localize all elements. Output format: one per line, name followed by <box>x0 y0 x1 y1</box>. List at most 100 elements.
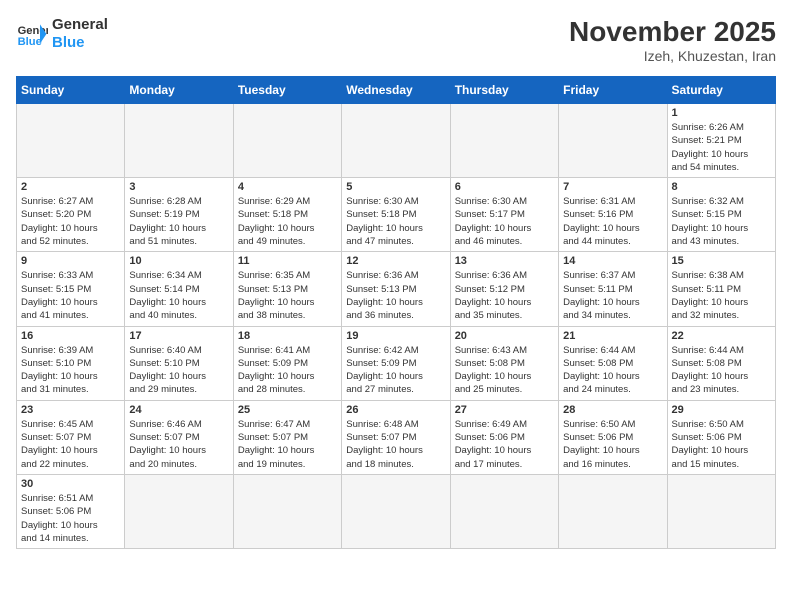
calendar-cell: 11 Sunrise: 6:35 AM Sunset: 5:13 PM Dayli… <box>233 252 341 326</box>
logo: General Blue General Blue <box>16 16 108 52</box>
day-number: 27 <box>455 404 554 416</box>
day-header-monday: Monday <box>125 77 233 104</box>
calendar-cell <box>450 474 558 548</box>
svg-text:Blue: Blue <box>18 36 42 48</box>
day-number: 9 <box>21 255 120 267</box>
day-number: 13 <box>455 255 554 267</box>
day-info: Sunrise: 6:32 AM Sunset: 5:15 PM Dayligh… <box>672 195 771 248</box>
day-number: 3 <box>129 181 228 193</box>
calendar-cell: 23 Sunrise: 6:45 AM Sunset: 5:07 PM Dayli… <box>17 400 125 474</box>
calendar-cell <box>125 104 233 178</box>
day-number: 14 <box>563 255 662 267</box>
logo-icon: General Blue <box>16 18 48 50</box>
day-info: Sunrise: 6:49 AM Sunset: 5:06 PM Dayligh… <box>455 418 554 471</box>
day-number: 10 <box>129 255 228 267</box>
calendar-body: 1Sunrise: 6:26 AM Sunset: 5:21 PM Daylig… <box>17 104 776 549</box>
day-info: Sunrise: 6:37 AM Sunset: 5:11 PM Dayligh… <box>563 269 662 322</box>
location-subtitle: Izeh, Khuzestan, Iran <box>569 48 776 64</box>
calendar-cell: 10 Sunrise: 6:34 AM Sunset: 5:14 PM Dayli… <box>125 252 233 326</box>
day-number: 4 <box>238 181 337 193</box>
day-number: 17 <box>129 330 228 342</box>
day-info: Sunrise: 6:42 AM Sunset: 5:09 PM Dayligh… <box>346 344 445 397</box>
day-header-thursday: Thursday <box>450 77 558 104</box>
day-number: 23 <box>21 404 120 416</box>
day-number: 6 <box>455 181 554 193</box>
day-info: Sunrise: 6:44 AM Sunset: 5:08 PM Dayligh… <box>563 344 662 397</box>
calendar-cell: 9 Sunrise: 6:33 AM Sunset: 5:15 PM Daylig… <box>17 252 125 326</box>
day-info: Sunrise: 6:44 AM Sunset: 5:08 PM Dayligh… <box>672 344 771 397</box>
week-row-6: 30 Sunrise: 6:51 AM Sunset: 5:06 PM Dayli… <box>17 474 776 548</box>
calendar-cell: 7Sunrise: 6:31 AM Sunset: 5:16 PM Daylig… <box>559 178 667 252</box>
calendar-cell: 17Sunrise: 6:40 AM Sunset: 5:10 PM Dayli… <box>125 326 233 400</box>
calendar-cell: 1Sunrise: 6:26 AM Sunset: 5:21 PM Daylig… <box>667 104 775 178</box>
day-number: 24 <box>129 404 228 416</box>
day-info: Sunrise: 6:41 AM Sunset: 5:09 PM Dayligh… <box>238 344 337 397</box>
calendar-cell: 20Sunrise: 6:43 AM Sunset: 5:08 PM Dayli… <box>450 326 558 400</box>
day-info: Sunrise: 6:36 AM Sunset: 5:12 PM Dayligh… <box>455 269 554 322</box>
day-info: Sunrise: 6:50 AM Sunset: 5:06 PM Dayligh… <box>563 418 662 471</box>
calendar-cell <box>233 104 341 178</box>
day-info: Sunrise: 6:34 AM Sunset: 5:14 PM Dayligh… <box>129 269 228 322</box>
calendar-cell: 15 Sunrise: 6:38 AM Sunset: 5:11 PM Dayli… <box>667 252 775 326</box>
day-number: 15 <box>672 255 771 267</box>
day-info: Sunrise: 6:28 AM Sunset: 5:19 PM Dayligh… <box>129 195 228 248</box>
calendar-cell: 2Sunrise: 6:27 AM Sunset: 5:20 PM Daylig… <box>17 178 125 252</box>
day-info: Sunrise: 6:50 AM Sunset: 5:06 PM Dayligh… <box>672 418 771 471</box>
week-row-4: 16Sunrise: 6:39 AM Sunset: 5:10 PM Dayli… <box>17 326 776 400</box>
calendar-cell: 28 Sunrise: 6:50 AM Sunset: 5:06 PM Dayli… <box>559 400 667 474</box>
calendar-cell: 19Sunrise: 6:42 AM Sunset: 5:09 PM Dayli… <box>342 326 450 400</box>
calendar-cell: 22Sunrise: 6:44 AM Sunset: 5:08 PM Dayli… <box>667 326 775 400</box>
calendar-cell <box>342 474 450 548</box>
day-header-wednesday: Wednesday <box>342 77 450 104</box>
day-number: 28 <box>563 404 662 416</box>
day-number: 5 <box>346 181 445 193</box>
day-number: 25 <box>238 404 337 416</box>
calendar-cell: 16Sunrise: 6:39 AM Sunset: 5:10 PM Dayli… <box>17 326 125 400</box>
calendar-cell <box>17 104 125 178</box>
page-header: General Blue General Blue November 2025 … <box>16 16 776 64</box>
day-info: Sunrise: 6:48 AM Sunset: 5:07 PM Dayligh… <box>346 418 445 471</box>
calendar-cell <box>559 104 667 178</box>
day-info: Sunrise: 6:51 AM Sunset: 5:06 PM Dayligh… <box>21 492 120 545</box>
day-header-sunday: Sunday <box>17 77 125 104</box>
calendar-cell: 8 Sunrise: 6:32 AM Sunset: 5:15 PM Daylig… <box>667 178 775 252</box>
calendar-table: SundayMondayTuesdayWednesdayThursdayFrid… <box>16 76 776 549</box>
calendar-cell <box>342 104 450 178</box>
day-info: Sunrise: 6:30 AM Sunset: 5:17 PM Dayligh… <box>455 195 554 248</box>
calendar-header: SundayMondayTuesdayWednesdayThursdayFrid… <box>17 77 776 104</box>
day-header-saturday: Saturday <box>667 77 775 104</box>
week-row-2: 2Sunrise: 6:27 AM Sunset: 5:20 PM Daylig… <box>17 178 776 252</box>
day-number: 2 <box>21 181 120 193</box>
logo-blue-text: Blue <box>52 34 108 52</box>
calendar-cell: 27 Sunrise: 6:49 AM Sunset: 5:06 PM Dayli… <box>450 400 558 474</box>
day-number: 11 <box>238 255 337 267</box>
calendar-cell: 24Sunrise: 6:46 AM Sunset: 5:07 PM Dayli… <box>125 400 233 474</box>
month-year-title: November 2025 <box>569 16 776 48</box>
calendar-cell: 6 Sunrise: 6:30 AM Sunset: 5:17 PM Daylig… <box>450 178 558 252</box>
day-info: Sunrise: 6:33 AM Sunset: 5:15 PM Dayligh… <box>21 269 120 322</box>
calendar-cell: 13 Sunrise: 6:36 AM Sunset: 5:12 PM Dayli… <box>450 252 558 326</box>
title-area: November 2025 Izeh, Khuzestan, Iran <box>569 16 776 64</box>
day-info: Sunrise: 6:47 AM Sunset: 5:07 PM Dayligh… <box>238 418 337 471</box>
day-info: Sunrise: 6:38 AM Sunset: 5:11 PM Dayligh… <box>672 269 771 322</box>
day-number: 8 <box>672 181 771 193</box>
calendar-cell: 14 Sunrise: 6:37 AM Sunset: 5:11 PM Dayli… <box>559 252 667 326</box>
calendar-cell <box>125 474 233 548</box>
calendar-cell: 29Sunrise: 6:50 AM Sunset: 5:06 PM Dayli… <box>667 400 775 474</box>
calendar-cell <box>667 474 775 548</box>
calendar-cell <box>233 474 341 548</box>
day-info: Sunrise: 6:35 AM Sunset: 5:13 PM Dayligh… <box>238 269 337 322</box>
day-number: 1 <box>672 107 771 119</box>
calendar-cell: 12Sunrise: 6:36 AM Sunset: 5:13 PM Dayli… <box>342 252 450 326</box>
day-number: 7 <box>563 181 662 193</box>
day-info: Sunrise: 6:45 AM Sunset: 5:07 PM Dayligh… <box>21 418 120 471</box>
header-row: SundayMondayTuesdayWednesdayThursdayFrid… <box>17 77 776 104</box>
day-number: 30 <box>21 478 120 490</box>
day-info: Sunrise: 6:29 AM Sunset: 5:18 PM Dayligh… <box>238 195 337 248</box>
day-header-friday: Friday <box>559 77 667 104</box>
logo-general-text: General <box>52 16 108 34</box>
calendar-cell: 5Sunrise: 6:30 AM Sunset: 5:18 PM Daylig… <box>342 178 450 252</box>
calendar-cell: 21Sunrise: 6:44 AM Sunset: 5:08 PM Dayli… <box>559 326 667 400</box>
calendar-cell: 18Sunrise: 6:41 AM Sunset: 5:09 PM Dayli… <box>233 326 341 400</box>
week-row-3: 9 Sunrise: 6:33 AM Sunset: 5:15 PM Daylig… <box>17 252 776 326</box>
